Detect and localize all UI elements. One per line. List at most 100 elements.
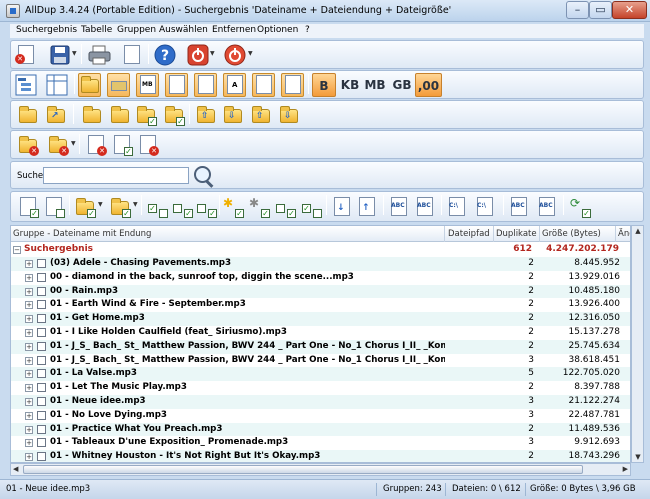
scroll-left-icon[interactable]: ◀	[13, 465, 18, 473]
select-down-button[interactable]: ↓	[331, 196, 353, 218]
expand-icon[interactable]: +	[25, 411, 33, 420]
folder-select-1-button[interactable]	[81, 104, 103, 126]
folder-up-2-button[interactable]: ⇧	[250, 104, 272, 126]
row-checkbox[interactable]	[37, 259, 46, 268]
scroll-right-icon[interactable]: ▶	[623, 465, 628, 473]
view-table-button[interactable]	[46, 74, 68, 96]
column-header-changed[interactable]: Änd	[618, 229, 630, 239]
row-checkbox[interactable]	[37, 341, 46, 351]
print-button[interactable]	[88, 44, 111, 66]
column-header-group[interactable]: Gruppe - Dateiname mit Endung	[13, 229, 151, 239]
expand-icon[interactable]: +	[25, 398, 33, 406]
table-row[interactable]: +01 - I Like Holden Caulfield (feat_ Sir…	[11, 326, 630, 340]
remove-all-button[interactable]: ✕	[137, 134, 159, 156]
select-first-button[interactable]: ✓	[146, 196, 168, 218]
table-row[interactable]: +01 - J_S_ Bach_ St_ Matthew Passion, BW…	[11, 354, 630, 368]
select-newest-button[interactable]: ✱ ✓	[222, 196, 244, 218]
invert-selection-button[interactable]: ⟳ ✓	[569, 196, 591, 218]
close-result-button[interactable]: ✕	[15, 44, 37, 66]
expand-icon[interactable]: +	[25, 370, 33, 379]
folder-down-button[interactable]: ⇩	[222, 104, 244, 126]
select-last-button[interactable]: ✓	[171, 196, 193, 218]
maximize-button[interactable]: ▭	[589, 1, 612, 19]
row-checkbox[interactable]	[37, 452, 46, 462]
column-toggle-folder[interactable]	[78, 73, 101, 97]
unit-bytes-button[interactable]: B	[312, 73, 336, 97]
chevron-down-icon[interactable]: ▼	[71, 140, 76, 147]
folder-down-2-button[interactable]: ⇩	[278, 104, 300, 126]
column-toggle-date[interactable]	[165, 73, 188, 97]
group-row[interactable]: − Suchergebnis 612 4.247.202.179	[11, 243, 630, 256]
minimize-button[interactable]: –	[566, 1, 589, 19]
table-row[interactable]: +01 - Whitney Houston - It's Not Right B…	[11, 450, 630, 462]
select-none-button[interactable]	[43, 196, 65, 218]
select-middle-button[interactable]: ✓	[195, 196, 217, 218]
row-checkbox[interactable]	[37, 300, 46, 310]
select-abc-2-button[interactable]: ABC	[414, 196, 436, 218]
unit-mb-button[interactable]: MB	[363, 73, 387, 97]
table-row[interactable]: +01 - Practice What You Preach.mp3 2 11.48…	[11, 422, 630, 437]
chevron-down-icon[interactable]: ▼	[133, 201, 138, 208]
expand-icon[interactable]: +	[25, 384, 33, 393]
expand-icon[interactable]: +	[25, 425, 33, 434]
row-checkbox[interactable]	[37, 438, 46, 448]
row-checkbox[interactable]	[37, 355, 46, 365]
table-row[interactable]: +01 - No Love Dying.mp3 3 22.487.781	[11, 409, 630, 423]
expand-icon[interactable]: +	[25, 301, 33, 310]
select-path-button[interactable]: C:\	[446, 196, 468, 218]
scroll-up-icon[interactable]: ▲	[634, 227, 642, 235]
column-toggle-attr[interactable]	[194, 73, 217, 97]
remove-file-button[interactable]: ✕	[47, 134, 69, 156]
menu-gruppen[interactable]: Gruppen	[117, 25, 156, 35]
unit-gb-button[interactable]: GB	[390, 73, 414, 97]
menu-tabelle[interactable]: Tabelle	[81, 25, 112, 35]
column-divider[interactable]	[615, 226, 616, 242]
select-path-2-button[interactable]: C:\	[474, 196, 496, 218]
expand-icon[interactable]: +	[25, 342, 33, 351]
menu-help[interactable]: ?	[305, 25, 310, 35]
decimals-button[interactable]: ,00	[415, 73, 442, 97]
expand-icon[interactable]: +	[25, 439, 33, 448]
expand-icon[interactable]: +	[25, 453, 33, 462]
menu-optionen[interactable]: Optionen	[257, 25, 298, 35]
export-button[interactable]	[121, 44, 143, 66]
row-checkbox[interactable]	[37, 286, 46, 296]
expand-icon[interactable]: +	[25, 315, 33, 324]
folder-select-2-button[interactable]	[109, 104, 131, 126]
row-checkbox[interactable]	[37, 328, 46, 337]
expand-icon[interactable]: +	[25, 329, 33, 337]
unit-kb-button[interactable]: KB	[338, 73, 362, 97]
row-checkbox[interactable]	[37, 397, 46, 406]
table-row[interactable]: +01 - Earth Wind & Fire - September.mp3 2…	[11, 298, 630, 312]
table-row[interactable]: +01 - La Valse.mp3 5 122.705.020	[11, 367, 630, 382]
menu-auswaehlen[interactable]: Auswählen	[159, 25, 208, 35]
chevron-down-icon[interactable]: ▼	[248, 50, 253, 57]
column-divider[interactable]	[444, 226, 445, 242]
close-button[interactable]: ✕	[612, 1, 647, 19]
select-up-button[interactable]: ↑	[356, 196, 378, 218]
collapse-icon[interactable]: −	[13, 246, 21, 254]
column-header-size[interactable]: Größe (Bytes)	[542, 229, 601, 239]
menu-entfernen[interactable]: Entfernen	[212, 25, 256, 35]
table-row[interactable]: +01 - Get Home.mp3 2 12.316.050	[11, 312, 630, 326]
select-folder-button[interactable]: ✓	[74, 196, 96, 218]
select-all-button[interactable]: ✓	[17, 196, 39, 218]
column-toggle-text[interactable]: A	[223, 73, 246, 97]
row-checkbox[interactable]	[37, 410, 46, 420]
table-row[interactable]: +01 - J_S_ Bach_ St_ Matthew Passion, BW…	[11, 339, 630, 354]
column-toggle-drive[interactable]	[107, 73, 130, 97]
folder-up-button[interactable]: ⇧	[195, 104, 217, 126]
expand-icon[interactable]: +	[25, 260, 33, 268]
scroll-down-icon[interactable]: ▼	[634, 453, 642, 461]
expand-icon[interactable]: +	[25, 287, 33, 296]
menu-suchergebnis[interactable]: Suchergebnis	[16, 25, 77, 35]
select-folder-2-button[interactable]: ✓	[109, 196, 131, 218]
search-icon[interactable]	[192, 165, 216, 187]
column-header-path[interactable]: Dateipfad	[448, 229, 490, 239]
select-smaller-button[interactable]: ✓	[300, 196, 322, 218]
select-oldest-button[interactable]: ✱ ✓	[248, 196, 270, 218]
expand-icon[interactable]: +	[25, 356, 33, 365]
view-tree-button[interactable]	[15, 74, 37, 96]
column-header-duplicates[interactable]: Duplikate	[496, 229, 537, 239]
expand-icon[interactable]: +	[25, 273, 33, 282]
